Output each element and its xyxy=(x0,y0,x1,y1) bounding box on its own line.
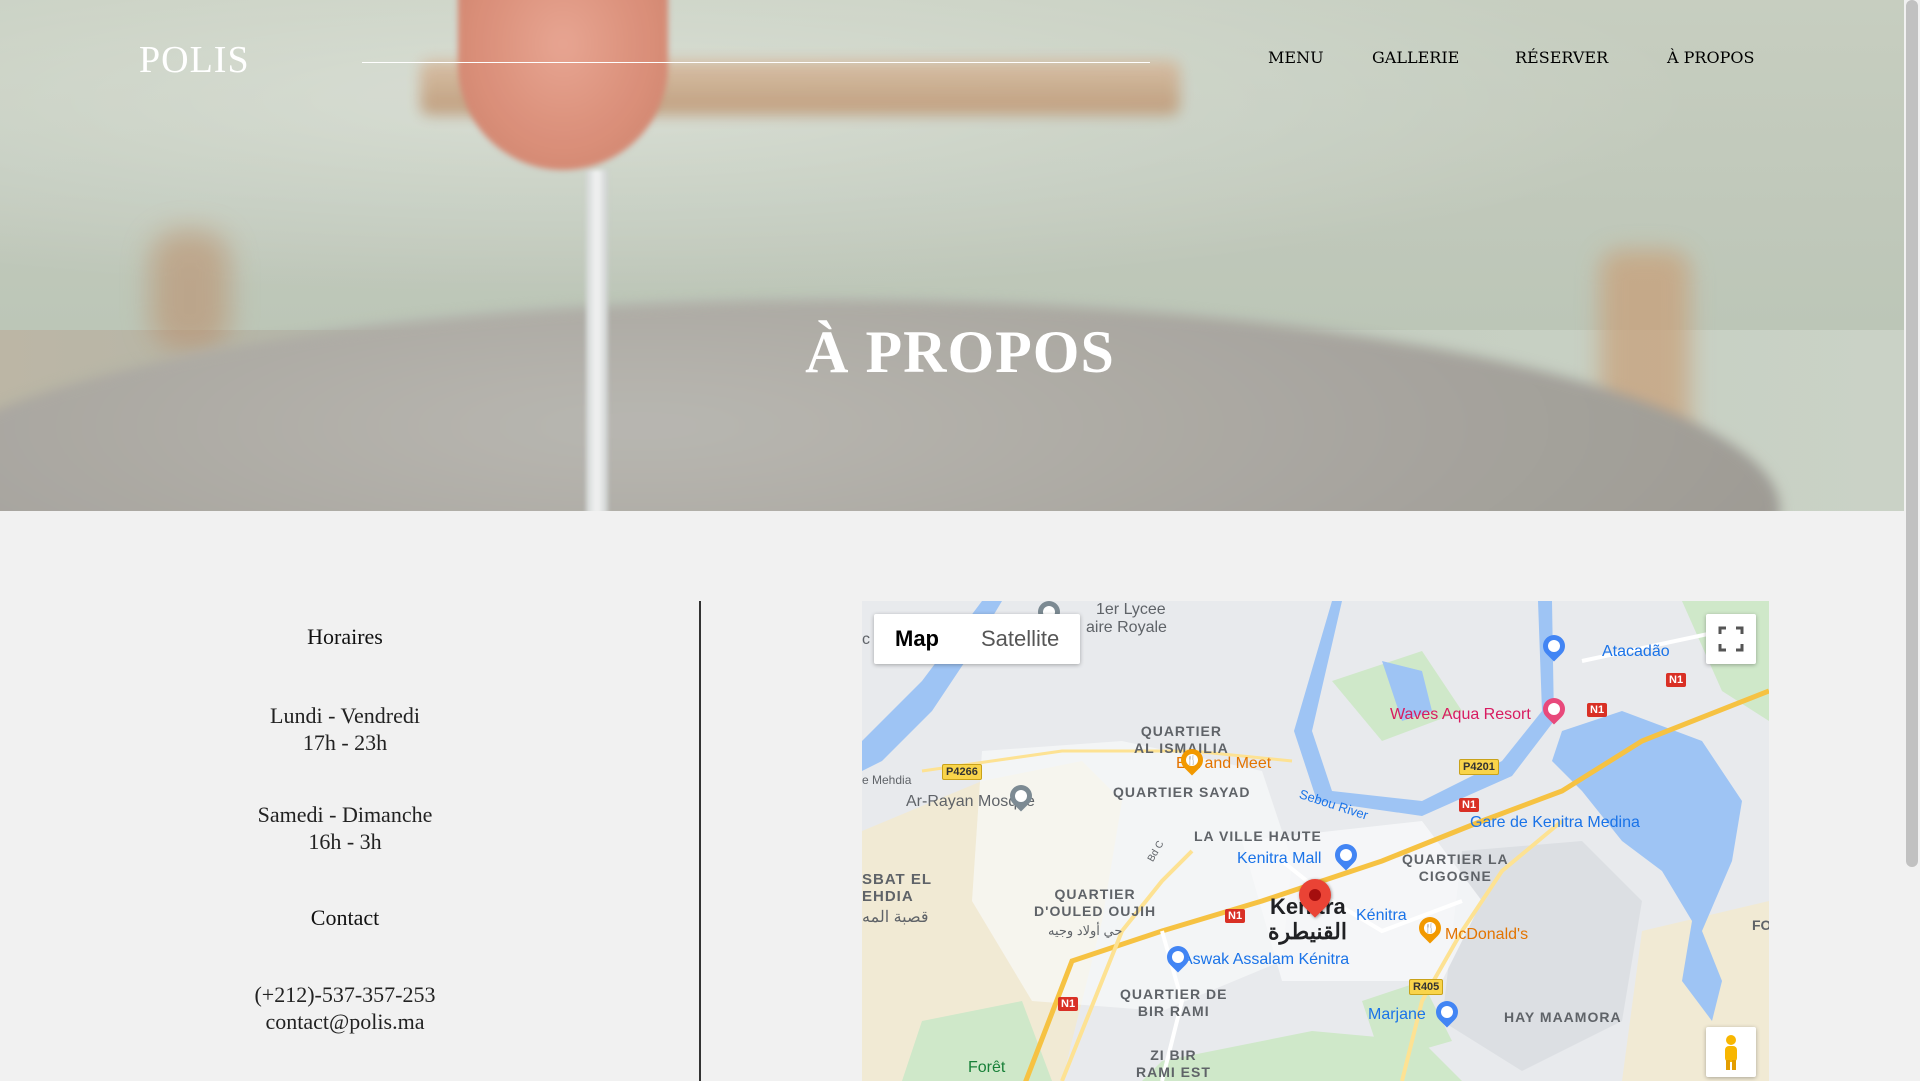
pegman-icon xyxy=(1725,1035,1737,1070)
map-district-label: QUARTIER DE BIR RAMI xyxy=(1120,986,1228,1019)
road-shield: N1 xyxy=(1666,673,1687,687)
header-divider-line xyxy=(362,62,1150,63)
weekend-days: Samedi - Dimanche xyxy=(257,802,433,827)
road-shield: N1 xyxy=(1587,703,1608,717)
road-shield: N1 xyxy=(1459,798,1480,812)
nav-gallerie[interactable]: GALLERIE xyxy=(1372,48,1459,67)
weekday-days: Lundi - Vendredi xyxy=(270,703,420,728)
map-poi-mcdonalds[interactable]: McDonald's xyxy=(1445,926,1528,944)
map-poi-gare-kenitra-medina[interactable]: Gare de Kenitra Medina xyxy=(1470,814,1640,832)
map-poi-kenitra-mall[interactable]: Kenitra Mall xyxy=(1237,850,1321,868)
contact-heading: Contact xyxy=(310,905,380,930)
road-shield: N1 xyxy=(1058,997,1079,1011)
map-poi-aswak-assalam[interactable]: Aswak Assalam Kénitra xyxy=(1182,951,1349,969)
map-district-label: QUARTIER SAYAD xyxy=(1113,784,1251,800)
map-label: حي أولاد وجيه xyxy=(1048,923,1123,938)
road-shield: P4201 xyxy=(1459,759,1499,775)
map-type-satellite-button[interactable]: Satellite xyxy=(960,614,1080,664)
nav-reserver[interactable]: RÉSERVER xyxy=(1515,48,1608,67)
column-divider xyxy=(699,601,701,1081)
map-district-label: QUARTIER D'OULED OUJIH xyxy=(1034,886,1157,919)
weekday-hours: 17h - 23h xyxy=(302,730,388,755)
road-shield: R405 xyxy=(1409,979,1444,995)
map-district-label: SBAT EL EHDIA xyxy=(862,871,933,905)
hero-banner xyxy=(0,0,1904,511)
road-shield: N1 xyxy=(1225,909,1246,923)
map-poi-atacadao[interactable]: Atacadão xyxy=(1602,643,1670,661)
contact-email[interactable]: contact@polis.ma xyxy=(170,1008,520,1035)
map-label: 1er Lycee xyxy=(1096,601,1166,618)
page-title: À PROPOS xyxy=(805,319,1115,385)
map-poi-kenitra-station[interactable]: Kénitra xyxy=(1356,907,1407,925)
hours-heading: Horaires xyxy=(307,624,383,649)
nav-a-propos[interactable]: À PROPOS xyxy=(1667,48,1754,67)
weekend-hours: 16h - 3h xyxy=(308,829,382,854)
map-poi-marjane[interactable]: Marjane xyxy=(1368,1006,1426,1024)
map-district-label: ZI BIR RAMI EST xyxy=(1136,1047,1211,1080)
google-map[interactable]: 1er Lycee aire Royale c Atacadão Waves A… xyxy=(862,601,1769,1081)
map-label: FO xyxy=(1752,917,1769,933)
map-label: e Mehdia xyxy=(862,773,912,787)
map-label: قصبة المه xyxy=(862,909,929,926)
map-district-label: HAY MAAMORA xyxy=(1504,1009,1622,1025)
map-district-label: QUARTIER AL ISMAILIA xyxy=(1134,723,1229,756)
map-label: c xyxy=(862,631,870,648)
map-district-label: LA VILLE HAUTE xyxy=(1194,828,1322,844)
street-view-button[interactable] xyxy=(1706,1027,1756,1077)
map-label: aire Royale xyxy=(1086,619,1167,636)
map-type-control: Map Satellite xyxy=(874,614,1081,664)
page-scrollbar-thumb[interactable] xyxy=(1906,0,1918,867)
map-label: Forêt xyxy=(968,1059,1006,1076)
map-city-label: القنيطرة xyxy=(1268,919,1347,944)
map-poi-waves-aqua-resort[interactable]: Waves Aqua Resort xyxy=(1390,706,1531,724)
map-district-label: QUARTIER LA CIGOGNE xyxy=(1402,851,1509,884)
fullscreen-icon xyxy=(1718,626,1744,652)
contact-phone[interactable]: (+212)-537-357-253 xyxy=(170,981,520,1008)
fullscreen-button[interactable] xyxy=(1706,614,1756,664)
info-column: Horaires Lundi - Vendredi 17h - 23h Same… xyxy=(170,600,520,1035)
map-type-map-button[interactable]: Map xyxy=(874,614,960,664)
brand-logo[interactable]: POLIS xyxy=(139,38,250,82)
road-shield: P4266 xyxy=(942,764,982,780)
nav-menu[interactable]: MENU xyxy=(1268,48,1324,67)
